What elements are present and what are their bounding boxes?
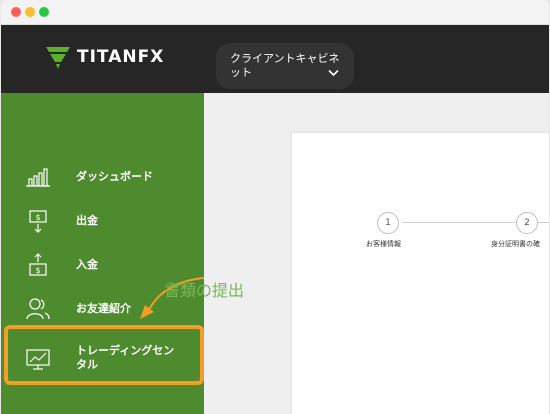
sidebar-item-label: 入金 <box>76 258 98 271</box>
step-1-label: お客様情報 <box>366 240 401 248</box>
document-card: 1 お客様情報 2 身分証明書の確 <box>292 133 549 414</box>
sidebar-item-label: お友達紹介 <box>76 302 131 315</box>
close-window-button[interactable] <box>11 7 21 17</box>
titanfx-logo-icon <box>46 47 70 69</box>
users-icon <box>26 298 50 320</box>
step-1-circle: 1 <box>377 212 399 234</box>
page-title: 書類の提出 <box>164 281 245 300</box>
sidebar-item-withdraw[interactable]: $ 出金 <box>1 204 204 238</box>
sidebar-item-label: ダッシュボード <box>76 170 153 183</box>
client-cabinet-button[interactable]: クライアントキャビネット <box>216 43 354 89</box>
main-content: 1 お客様情報 2 身分証明書の確 <box>204 93 549 414</box>
step-2-label: 身分証明書の確 <box>491 240 540 248</box>
svg-text:$: $ <box>35 213 40 222</box>
svg-text:$: $ <box>35 266 40 275</box>
highlight-frame <box>4 325 204 385</box>
minimize-window-button[interactable] <box>25 7 35 17</box>
client-cabinet-label: クライアントキャビネット <box>230 52 340 79</box>
browser-window: TITANFX クライアントキャビネット ダッシュボード $ 出金 $ 入金 お… <box>1 0 549 414</box>
logo[interactable]: TITANFX <box>45 44 164 70</box>
chevron-down-icon <box>328 69 339 77</box>
window-titlebar <box>1 0 549 25</box>
zoom-window-button[interactable] <box>39 7 49 17</box>
withdraw-icon: $ <box>29 210 47 233</box>
deposit-icon: $ <box>29 253 47 276</box>
sidebar-item-dashboard[interactable]: ダッシュボード <box>1 160 204 194</box>
sidebar-item-label: 出金 <box>76 214 98 227</box>
bar-chart-icon <box>26 168 50 187</box>
step-2-circle: 2 <box>516 212 538 234</box>
logo-text: TITANFX <box>77 47 165 67</box>
app-header: TITANFX クライアントキャビネット <box>1 25 549 93</box>
